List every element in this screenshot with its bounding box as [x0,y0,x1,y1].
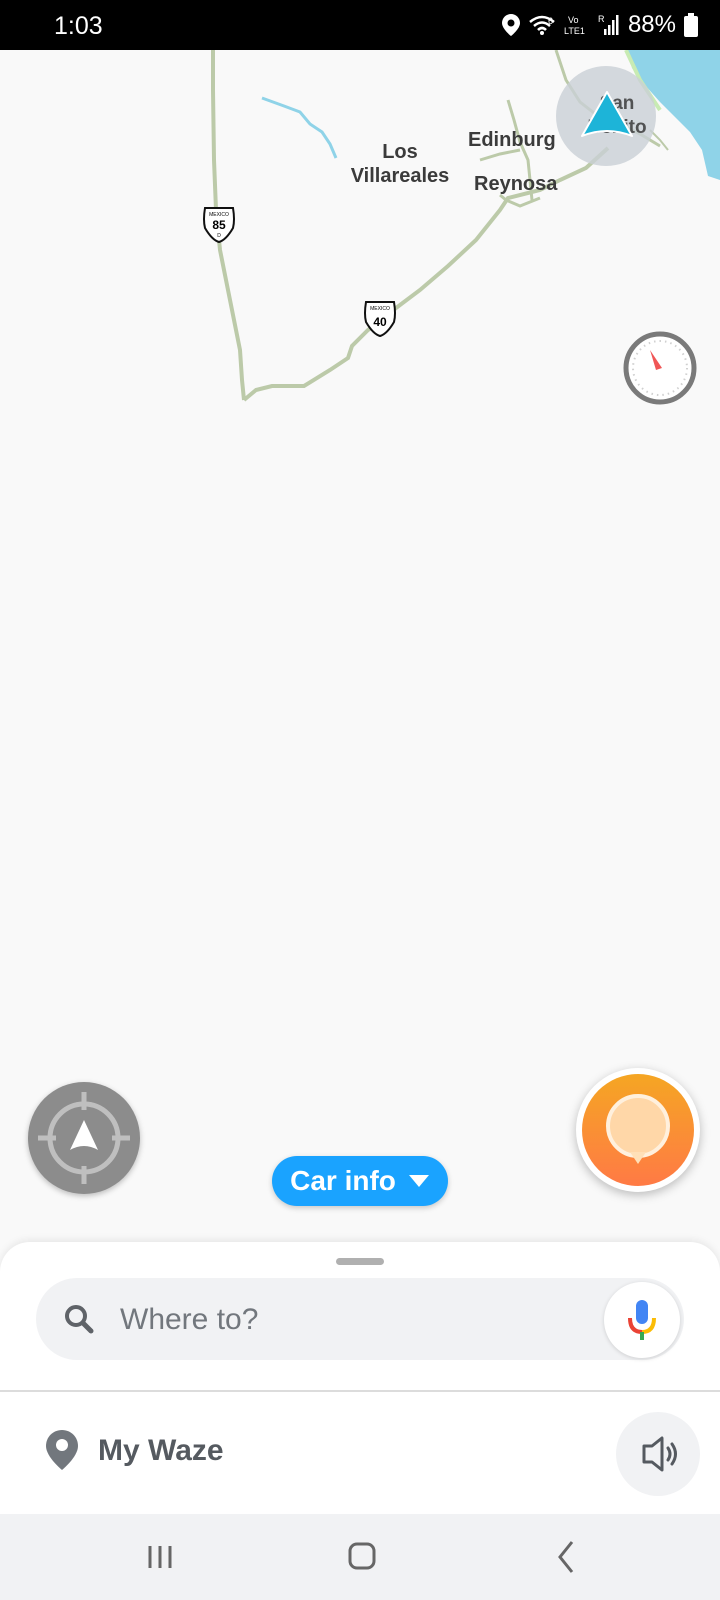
sound-settings-button[interactable] [616,1412,700,1496]
svg-text:85: 85 [212,218,226,232]
battery-icon [684,13,698,37]
svg-text:6: 6 [548,16,553,26]
svg-text:D: D [217,233,221,239]
battery-percent: 88% [627,11,676,38]
city-label-reynosa: Reynosa [474,173,558,195]
system-nav-bar [0,1514,720,1600]
home-icon[interactable] [332,1534,392,1580]
search-icon [65,1305,94,1334]
highway-shield-40: MEXICO 40 [364,301,396,338]
chevron-down-icon [408,1175,429,1187]
crosshair-icon [38,1092,130,1184]
svg-text:40: 40 [373,315,387,329]
car-info-button[interactable]: Car info [272,1156,448,1206]
city-label-edinburg: Edinburg [468,129,556,151]
car-info-label: Car info [290,1165,396,1196]
compass-icon[interactable] [622,330,698,406]
voice-search-button[interactable] [604,1282,680,1358]
map-view[interactable]: Los Villareales Edinburg Reynosa San Ben… [0,50,720,1240]
report-pin-icon [606,1094,670,1164]
lake [261,96,338,159]
signal-icon: R [598,14,619,35]
status-icons: 6 Vo LTE1 R 88% [501,10,698,40]
current-position-icon [581,91,633,137]
status-bar: 1:03 6 Vo LTE1 R 88% [0,0,720,50]
bottom-sheet: My Waze [0,1242,720,1514]
speaker-icon [642,1436,677,1472]
report-button[interactable] [576,1068,700,1192]
volte-icon: Vo LTE1 [564,15,585,36]
search-bar[interactable] [36,1278,684,1360]
wifi-icon: 6 [529,15,555,35]
svg-text:LTE1: LTE1 [564,26,585,36]
svg-text:Vo: Vo [568,15,579,25]
svg-text:MEXICO: MEXICO [370,306,390,312]
status-time: 1:03 [54,12,103,40]
my-waze-row[interactable]: My Waze [0,1392,720,1514]
map-roads [211,50,720,402]
svg-text:R: R [598,14,605,24]
highway-shield-85: MEXICO 85 D [203,207,235,244]
my-waze-label: My Waze [98,1434,224,1467]
sheet-handle[interactable] [336,1258,384,1265]
location-icon [501,14,520,36]
city-label-los-villareales: Los Villareales [350,141,450,187]
back-icon[interactable] [536,1534,596,1580]
recenter-button[interactable] [28,1082,140,1194]
recent-apps-icon[interactable] [130,1534,190,1580]
location-pin-icon [46,1430,78,1470]
microphone-icon [628,1300,656,1340]
search-input[interactable] [118,1296,602,1344]
